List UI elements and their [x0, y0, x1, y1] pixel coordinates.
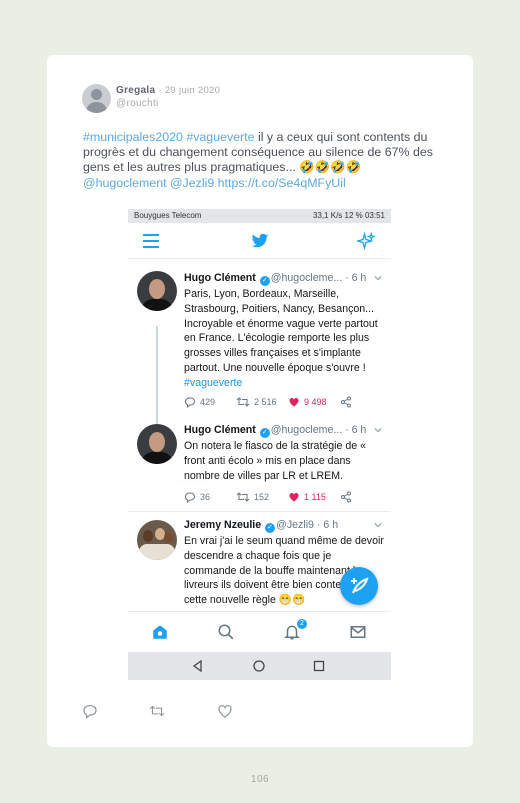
- phone-status-bar: Bouygues Telecom 33,1 K/s 12 % 03:51: [128, 209, 391, 223]
- hashtags[interactable]: #municipales2020 #vagueverte: [83, 130, 255, 144]
- tweet-author-line: Hugo Clément ✓ @hugocleme... · 6 h: [184, 424, 366, 438]
- heart-icon: [289, 398, 299, 407]
- chevron-down-icon[interactable]: [374, 427, 382, 433]
- embedded-screenshot: Bouygues Telecom 33,1 K/s 12 % 03:51 Hug…: [128, 209, 391, 680]
- avatar[interactable]: [137, 271, 177, 311]
- notification-badge: 2: [297, 619, 307, 629]
- tweet-text: Paris, Lyon, Bordeaux, Marseille, Strasb…: [184, 288, 378, 389]
- tweet-actions: 429 2 516 9 498: [184, 396, 384, 410]
- home-icon[interactable]: [151, 623, 169, 641]
- tweet-author-name: Hugo Clément: [184, 272, 256, 284]
- tweet-card: Gregala · 29 juin 2020 @rouchti #municip…: [47, 55, 473, 747]
- reply-icon[interactable]: [82, 703, 98, 719]
- compose-tweet-button[interactable]: [340, 567, 378, 605]
- search-icon[interactable]: [217, 623, 235, 641]
- avatar[interactable]: [137, 520, 177, 560]
- retweet-icon: [236, 397, 250, 407]
- tweet-handle-time: @hugocleme... · 6 h: [270, 272, 367, 284]
- back-icon[interactable]: [192, 660, 204, 672]
- share-icon: [341, 396, 351, 408]
- hashtag[interactable]: #vagueverte: [184, 377, 242, 389]
- compose-feather-icon: [351, 577, 369, 594]
- share-icon: [341, 491, 351, 503]
- heart-icon: [289, 493, 299, 502]
- carrier-text: Bouygues Telecom: [134, 211, 202, 220]
- divider: [128, 511, 391, 512]
- retweet-icon: [236, 492, 250, 502]
- twitter-top-bar: [128, 223, 391, 259]
- tweet-text: On notera le fiasco de la stratégie de «…: [184, 440, 366, 482]
- verified-badge-icon: ✓: [259, 276, 270, 286]
- tweet-author-line: Hugo Clément ✓ @hugocleme... · 6 h: [184, 272, 366, 286]
- tweet-handle-time: @hugocleme... · 6 h: [270, 424, 367, 436]
- android-nav-bar: [128, 652, 391, 680]
- heart-icon[interactable]: [217, 703, 233, 719]
- embedded-tweet[interactable]: Hugo Clément ✓ @hugocleme... · 6 h Paris,…: [128, 271, 391, 421]
- reply-button[interactable]: 429: [184, 396, 215, 408]
- author-line: Gregala · 29 juin 2020: [116, 85, 221, 96]
- recents-icon[interactable]: [313, 660, 325, 672]
- home-circle-icon[interactable]: [253, 660, 265, 672]
- author-name[interactable]: Gregala: [116, 85, 155, 96]
- verified-badge-icon: ✓: [259, 428, 270, 438]
- mentions-link[interactable]: @hugoclement @Jezli9 https://t.co/Se4qMF…: [83, 176, 346, 190]
- post-date: 29 juin 2020: [164, 85, 221, 96]
- twitter-bottom-nav: 2: [128, 611, 391, 651]
- author-handle[interactable]: @rouchti: [116, 98, 159, 109]
- retweet-button[interactable]: 2 516: [236, 396, 277, 408]
- menu-icon[interactable]: [143, 234, 159, 248]
- chevron-down-icon[interactable]: [374, 522, 382, 528]
- retweet-button[interactable]: 152: [236, 491, 269, 503]
- twitter-bird-icon: [251, 233, 269, 248]
- status-right-text: 33,1 K/s 12 % 03:51: [312, 211, 385, 220]
- share-button[interactable]: [340, 491, 352, 503]
- chevron-down-icon[interactable]: [374, 275, 382, 281]
- verified-badge-icon: ✓: [265, 523, 276, 533]
- avatar[interactable]: [137, 424, 177, 464]
- tweet-author-name: Jeremy Nzeulie: [184, 519, 262, 531]
- sparkle-icon[interactable]: [357, 232, 375, 250]
- mail-icon[interactable]: [349, 623, 367, 641]
- page-number: 106: [250, 774, 270, 785]
- embedded-tweet[interactable]: Hugo Clément ✓ @hugocleme... · 6 h On not…: [128, 422, 391, 510]
- like-button[interactable]: 9 498: [288, 396, 327, 408]
- like-button[interactable]: 1 115: [288, 491, 326, 503]
- tweet-author-name: Hugo Clément: [184, 424, 256, 436]
- retweet-icon[interactable]: [149, 703, 165, 719]
- card-actions: [82, 703, 282, 719]
- share-button[interactable]: [340, 396, 352, 408]
- reply-icon: [184, 397, 196, 408]
- reply-button[interactable]: 36: [184, 491, 210, 503]
- tweet-handle-time: @Jezli9 · 6 h: [276, 519, 339, 531]
- tweet-actions: 36 152 1 115: [184, 491, 384, 505]
- avatar[interactable]: [82, 84, 111, 113]
- reply-icon: [184, 492, 196, 503]
- tweet-author-line: Jeremy Nzeulie ✓ @Jezli9 · 6 h: [184, 519, 338, 533]
- tweet-text: #municipales2020 #vagueverte il y a ceux…: [83, 130, 443, 191]
